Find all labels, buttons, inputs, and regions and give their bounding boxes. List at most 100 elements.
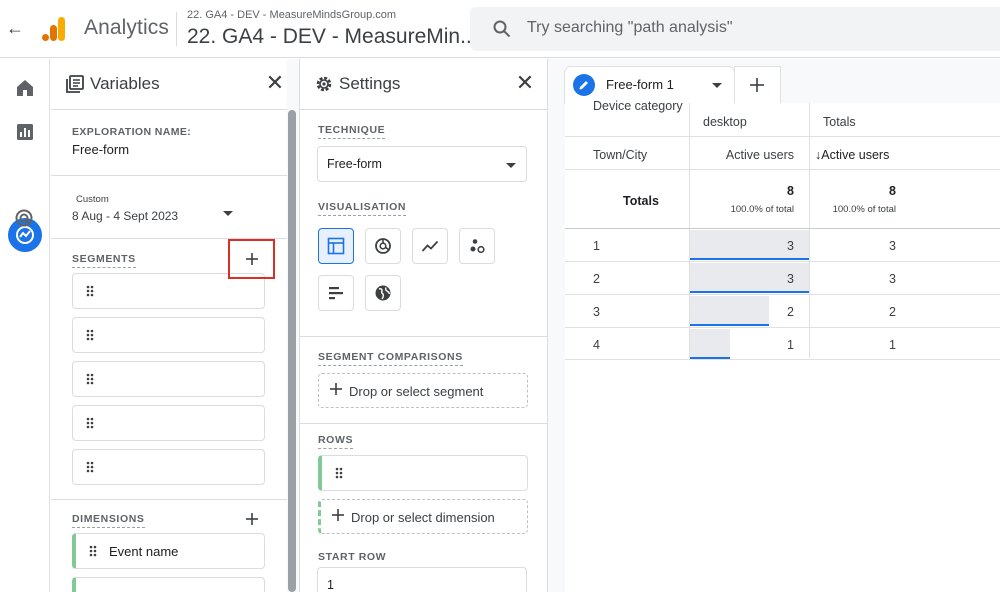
date-custom-label: Custom: [76, 194, 109, 205]
free-form-table: Device category desktop Totals Town/City…: [565, 99, 1000, 592]
analytics-logo[interactable]: [40, 15, 68, 43]
divider: [300, 336, 547, 337]
segment-chip[interactable]: [72, 361, 265, 397]
header-divider: [176, 12, 177, 46]
add-dimension-icon[interactable]: [244, 511, 260, 527]
metric-header-active-users-sorted[interactable]: ↓Active users: [815, 148, 889, 162]
row-divider: [565, 261, 1000, 262]
row-index: 4: [593, 338, 600, 352]
start-row-label: START ROW: [318, 551, 387, 563]
visualisation-label: VISUALISATION: [318, 201, 407, 216]
tab-label: Free-form 1: [606, 77, 674, 92]
totals-label: Totals: [623, 194, 659, 208]
tab-edit-icon[interactable]: [573, 74, 595, 96]
add-segment-highlight: [228, 239, 275, 279]
dimension-chip[interactable]: [72, 577, 265, 592]
metric-header-active-users[interactable]: Active users: [689, 148, 794, 162]
divider: [300, 423, 547, 424]
plus-icon: [750, 78, 764, 92]
row-index: 1: [593, 239, 600, 253]
technique-value: Free-form: [327, 157, 382, 171]
close-settings-icon[interactable]: ✕: [515, 72, 535, 94]
column-header-totals: Totals: [823, 115, 856, 129]
totals-percent: 100.0% of total: [730, 204, 794, 215]
row-dimension-chip[interactable]: [318, 455, 528, 491]
add-tab-button[interactable]: [735, 67, 780, 103]
row-divider: [565, 294, 1000, 295]
property-account-name[interactable]: 22. GA4 - DEV - MeasureMindsGroup.com: [187, 9, 396, 21]
segment-drop-zone[interactable]: Drop or select segment: [318, 373, 528, 408]
scatter-icon: [470, 239, 485, 254]
row-value: 1: [787, 338, 794, 352]
segment-chip[interactable]: [72, 317, 265, 353]
variables-scrollbar[interactable]: [288, 110, 296, 592]
chevron-down-icon[interactable]: [712, 83, 722, 88]
advertising-icon[interactable]: [14, 208, 36, 230]
variables-panel: Variables ✕ EXPLORATION NAME: Free-form …: [51, 59, 287, 592]
dimension-header-device-category[interactable]: Device category: [593, 99, 683, 114]
viz-scatter-button[interactable]: [459, 228, 495, 264]
line-icon: [421, 240, 439, 252]
chevron-down-icon: [506, 163, 516, 168]
segments-label: SEGMENTS: [72, 253, 136, 268]
segment-drop-label: Drop or select segment: [349, 384, 484, 399]
viz-line-button[interactable]: [412, 228, 448, 264]
drag-handle-icon[interactable]: [86, 461, 94, 473]
technique-select[interactable]: Free-form: [317, 146, 527, 182]
row-divider: [565, 359, 1000, 360]
viz-donut-button[interactable]: [365, 228, 401, 264]
drag-handle-icon[interactable]: [335, 467, 343, 479]
viz-geo-button[interactable]: [365, 275, 401, 311]
table-icon: [327, 237, 345, 255]
row-total-value: 3: [889, 272, 896, 286]
row-value: 3: [787, 272, 794, 286]
dimension-drop-label: Drop or select dimension: [351, 510, 495, 525]
nav-rail: [0, 59, 50, 592]
search-icon: [493, 20, 511, 38]
drag-handle-icon[interactable]: [86, 373, 94, 385]
dimensions-label: DIMENSIONS: [72, 513, 145, 528]
viz-table-button[interactable]: [318, 228, 354, 264]
search-bar[interactable]: Try searching "path analysis": [470, 7, 1000, 51]
dimension-chip-label: Event name: [109, 544, 179, 559]
app-name: Analytics: [84, 16, 169, 39]
totals-value: 8: [787, 184, 794, 198]
drag-handle-icon[interactable]: [86, 329, 94, 341]
date-range-picker[interactable]: 8 Aug - 4 Sept 2023: [72, 209, 178, 223]
property-name[interactable]: 22. GA4 - DEV - MeasureMin...: [187, 25, 478, 49]
settings-header-divider: [300, 109, 547, 110]
dimension-header-town-city[interactable]: Town/City: [593, 148, 647, 162]
col-divider: [809, 103, 810, 358]
row-divider: [565, 228, 1000, 229]
column-header-desktop: desktop: [703, 115, 747, 129]
dimension-chip[interactable]: Event name: [72, 533, 265, 569]
technique-label: TECHNIQUE: [318, 124, 386, 139]
home-icon[interactable]: [14, 77, 36, 99]
back-arrow-icon[interactable]: ←: [6, 18, 24, 38]
drag-handle-icon[interactable]: [89, 545, 97, 557]
drag-handle-icon[interactable]: [86, 285, 94, 297]
viz-bar-button[interactable]: [318, 275, 354, 311]
settings-panel: Settings ✕ TECHNIQUE VISUALISATION SEGME…: [299, 59, 547, 592]
chevron-down-icon[interactable]: [223, 211, 233, 216]
gear-icon: [316, 76, 332, 92]
exploration-name-input[interactable]: Free-form: [72, 142, 129, 157]
geo-icon: [375, 285, 391, 301]
segment-chip[interactable]: [72, 405, 265, 441]
segment-chip[interactable]: [72, 449, 265, 485]
row-divider: [565, 169, 1000, 170]
variables-title: Variables: [90, 74, 160, 93]
totals-value: 8: [889, 184, 896, 198]
row-index: 2: [593, 272, 600, 286]
variables-icon: [66, 75, 84, 93]
plus-icon: [332, 509, 344, 521]
tab-free-form-1[interactable]: Free-form 1: [565, 67, 734, 103]
row-value: 2: [787, 305, 794, 319]
dimension-drop-zone[interactable]: Drop or select dimension: [318, 499, 528, 534]
close-variables-icon[interactable]: ✕: [265, 72, 285, 94]
search-placeholder: Try searching "path analysis": [527, 19, 733, 36]
start-row-input[interactable]: 1: [317, 567, 527, 592]
reports-icon[interactable]: [14, 121, 36, 143]
row-value: 3: [787, 239, 794, 253]
drag-handle-icon[interactable]: [86, 417, 94, 429]
